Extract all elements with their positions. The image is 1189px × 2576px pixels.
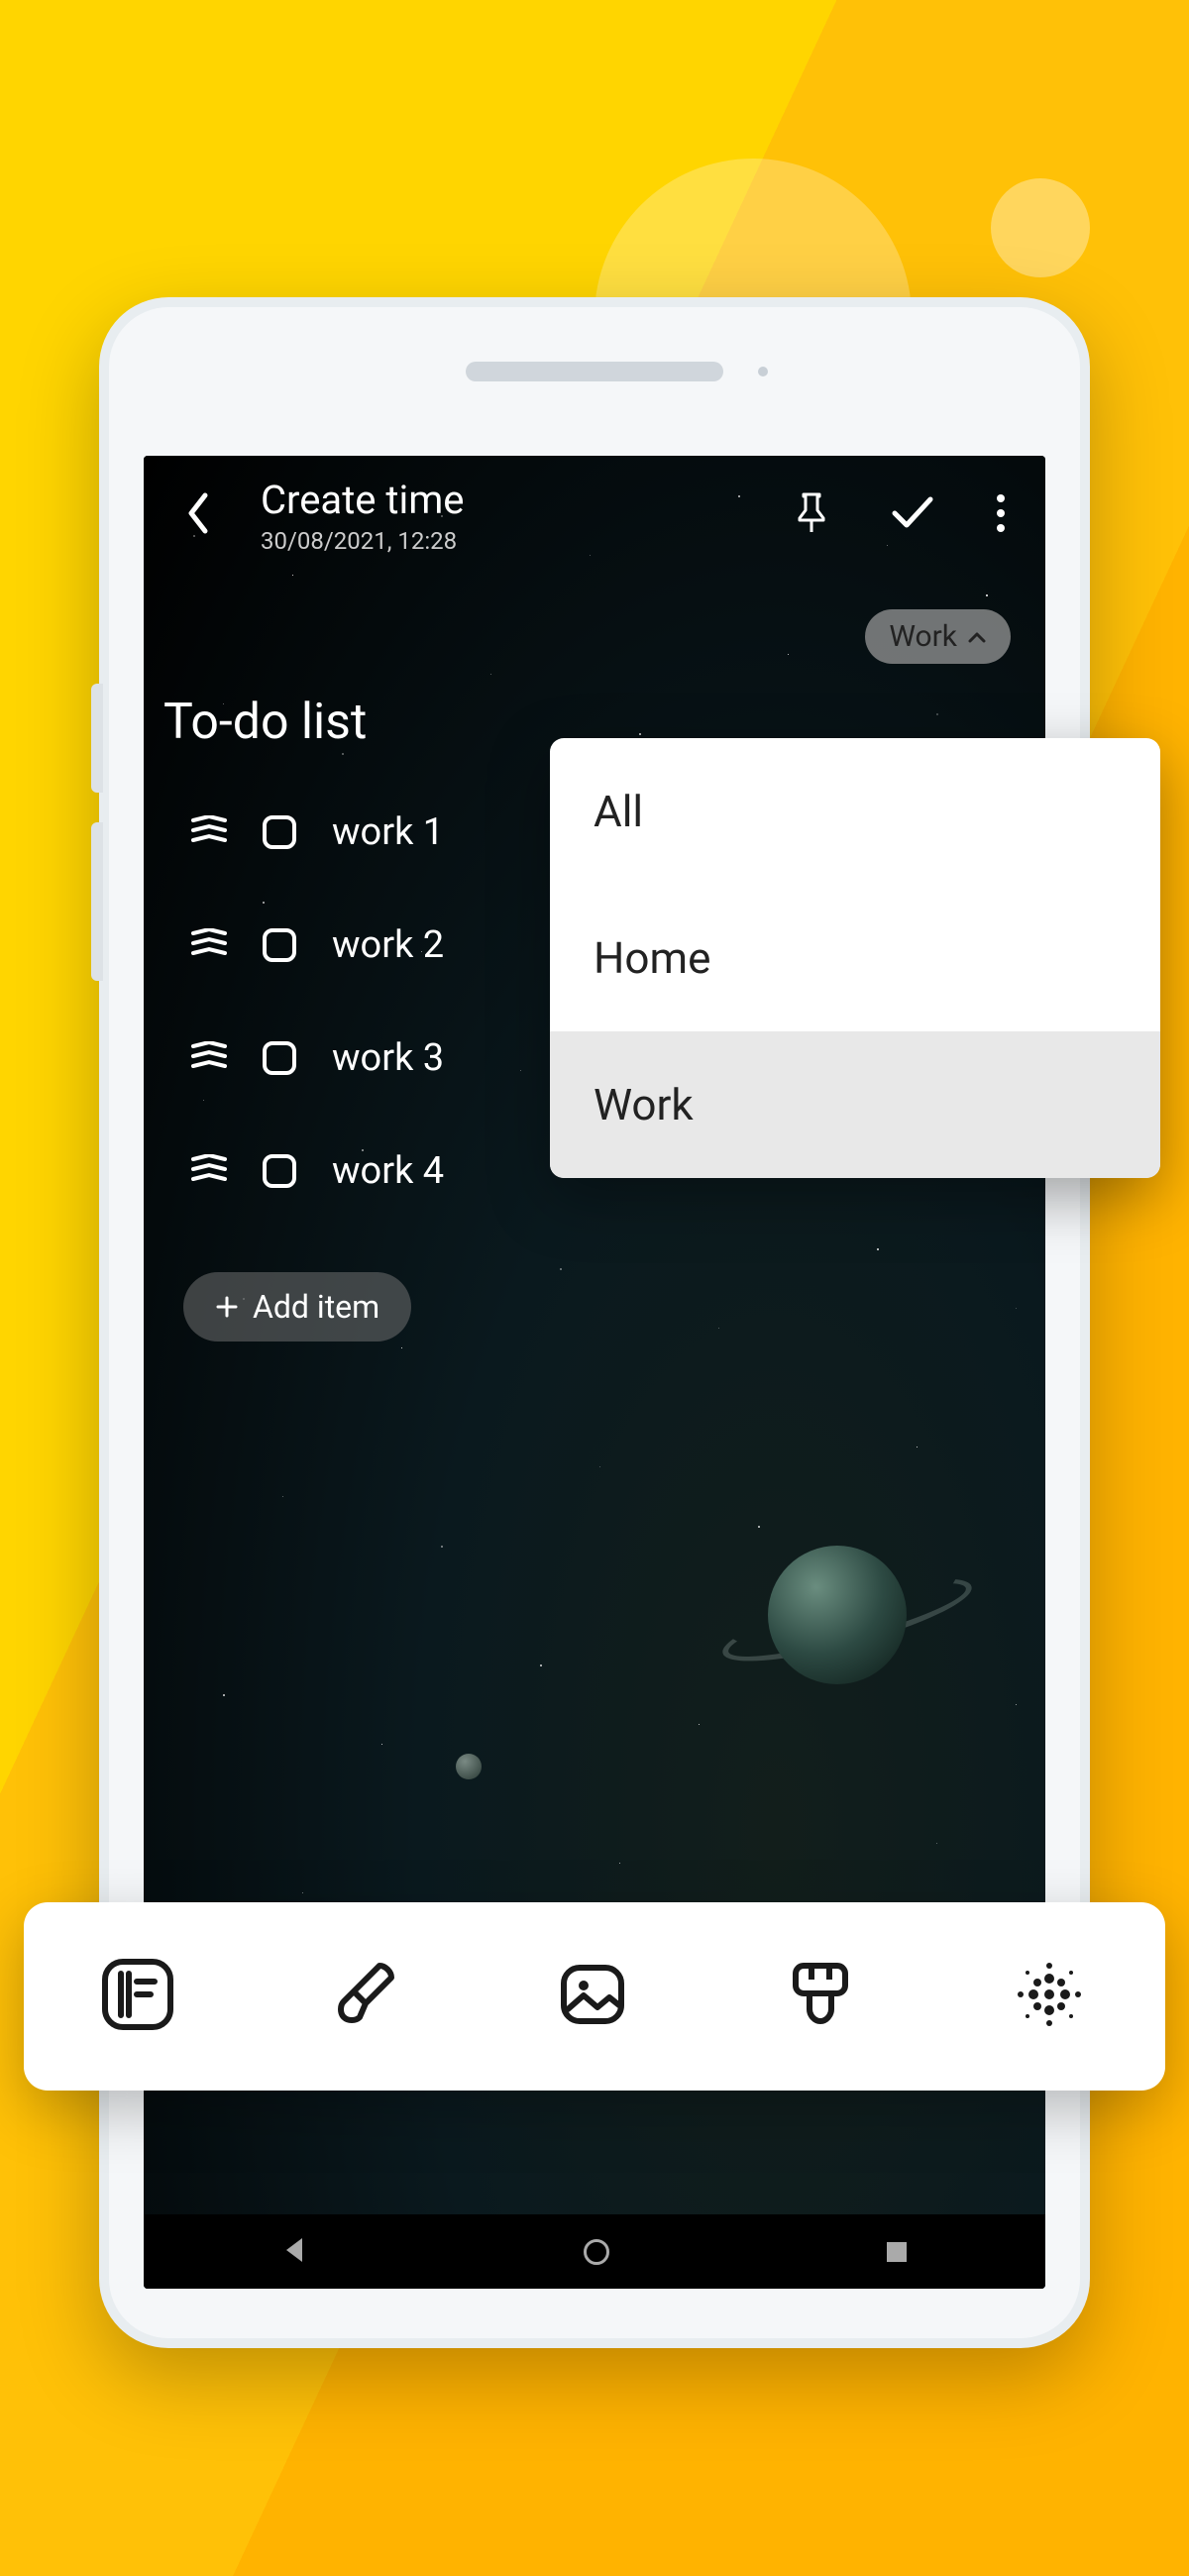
todo-item-label: work 4 [332, 1149, 444, 1193]
brush-tool-icon[interactable] [326, 1956, 403, 2037]
dropdown-option-work[interactable]: Work [550, 1031, 1160, 1178]
todo-item-label: work 3 [332, 1036, 444, 1080]
dropdown-option-all[interactable]: All [550, 738, 1160, 885]
drag-handle-icon[interactable] [191, 1154, 227, 1188]
more-icon[interactable] [996, 493, 1006, 537]
chevron-up-icon [967, 630, 987, 644]
category-dropdown-menu: All Home Work [550, 738, 1160, 1178]
app-header: Create time 30/08/2021, 12:28 [144, 456, 1045, 575]
dropdown-option-home[interactable]: Home [550, 885, 1160, 1031]
pin-icon[interactable] [794, 492, 829, 538]
checkbox[interactable] [263, 1041, 296, 1075]
page-title: Create time [261, 477, 794, 523]
volume-button [91, 822, 103, 981]
checkbox[interactable] [263, 928, 296, 962]
add-item-button[interactable]: Add item [183, 1272, 411, 1342]
earpiece [466, 362, 723, 381]
plus-icon [215, 1295, 239, 1319]
android-nav-bar [144, 2214, 1045, 2289]
font-tool-icon[interactable] [99, 1956, 176, 2037]
drag-handle-icon[interactable] [191, 815, 227, 849]
drag-handle-icon[interactable] [191, 1041, 227, 1075]
drag-handle-icon[interactable] [191, 928, 227, 962]
checkmark-icon[interactable] [889, 493, 936, 537]
back-button[interactable] [183, 489, 211, 541]
checkbox[interactable] [263, 1154, 296, 1188]
paint-tool-icon[interactable] [782, 1956, 859, 2037]
decorative-circle [991, 178, 1090, 277]
camera [758, 367, 768, 376]
todo-item-label: work 1 [332, 810, 444, 854]
page-timestamp: 30/08/2021, 12:28 [261, 527, 794, 555]
add-item-label: Add item [253, 1288, 379, 1326]
image-tool-icon[interactable] [554, 1956, 631, 2037]
nav-recent-button[interactable] [887, 2242, 907, 2262]
planet-decoration [718, 1516, 917, 1714]
category-selected-label: Work [889, 619, 957, 654]
format-toolbar [24, 1902, 1165, 2091]
blur-tool-icon[interactable] [1009, 1954, 1090, 2039]
volume-button [91, 684, 103, 793]
todo-item-label: work 2 [332, 923, 444, 967]
nav-home-button[interactable] [584, 2239, 609, 2265]
category-dropdown-button[interactable]: Work [865, 609, 1011, 664]
nav-back-button[interactable] [282, 2236, 306, 2268]
checkbox[interactable] [263, 815, 296, 849]
